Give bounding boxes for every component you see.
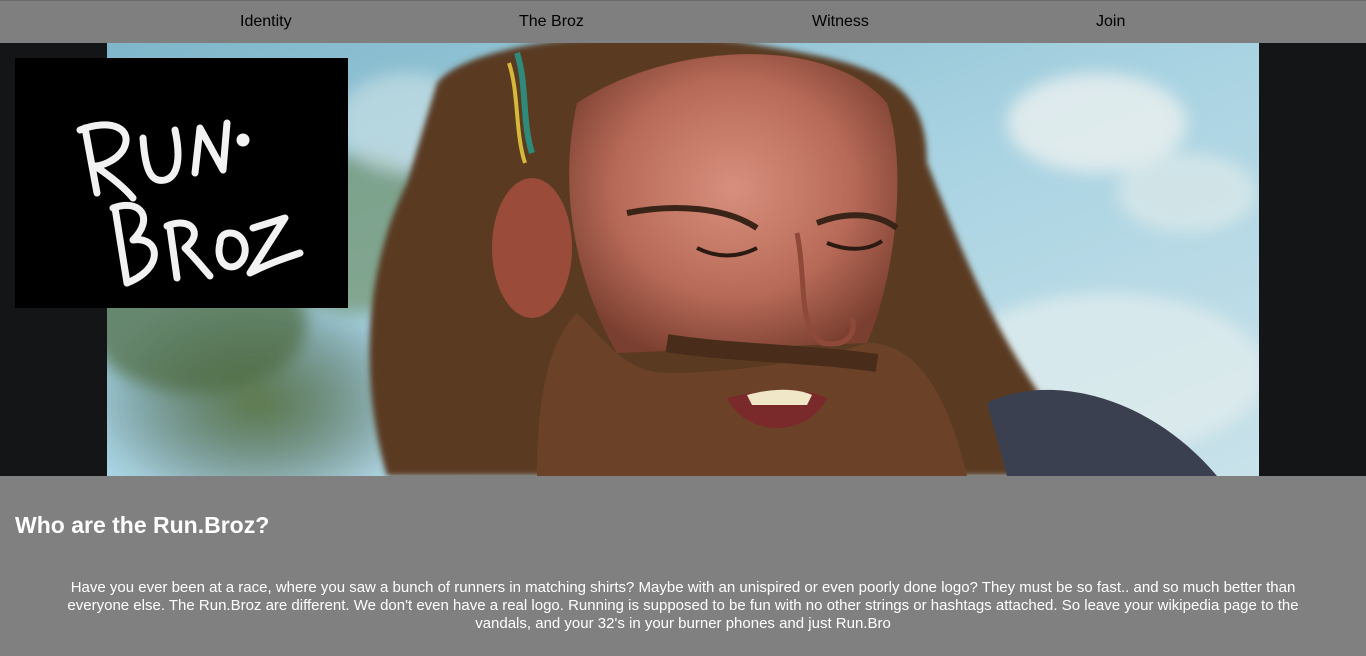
about-section: Who are the Run.Broz? Have you ever been…	[0, 476, 1366, 656]
nav-link-join[interactable]: Join	[1096, 13, 1125, 31]
top-navigation: Identity The Broz Witness Join	[0, 0, 1366, 43]
nav-link-identity[interactable]: Identity	[240, 13, 292, 31]
nav-link-witness[interactable]: Witness	[812, 13, 869, 31]
run-broz-logo	[15, 58, 348, 308]
about-heading: Who are the Run.Broz?	[15, 512, 270, 538]
nav-link-the-broz[interactable]: The Broz	[519, 13, 584, 31]
about-body-text: Have you ever been at a race, where you …	[67, 579, 1299, 632]
